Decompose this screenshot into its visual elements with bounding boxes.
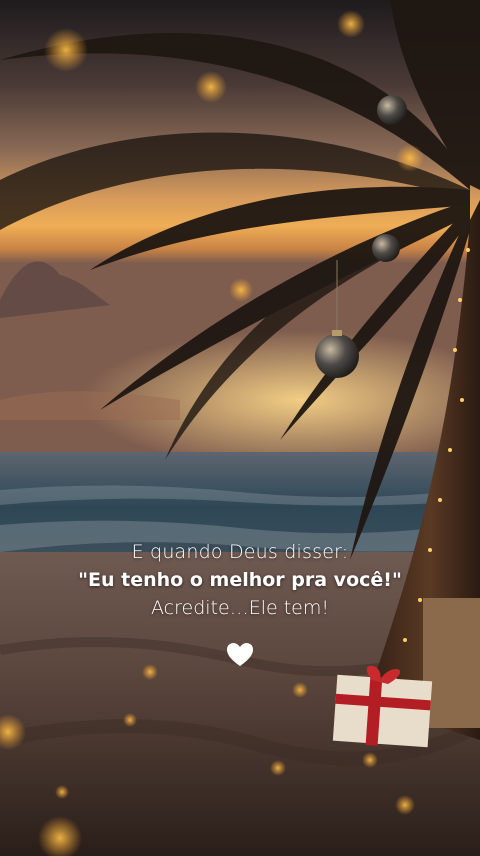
- background-image: [0, 0, 480, 856]
- quote-line-2: "Eu tenho o melhor pra você!": [78, 569, 402, 591]
- beach-christmas-scene: E quando Deus disser: "Eu tenho o melhor…: [0, 0, 480, 856]
- quote-line-1: E quando Deus disser:: [131, 541, 349, 563]
- white-heart-icon: [227, 643, 253, 666]
- quote-line-3: Acredite…Ele tem!: [151, 597, 329, 619]
- inspirational-quote: E quando Deus disser: "Eu tenho o melhor…: [0, 538, 480, 622]
